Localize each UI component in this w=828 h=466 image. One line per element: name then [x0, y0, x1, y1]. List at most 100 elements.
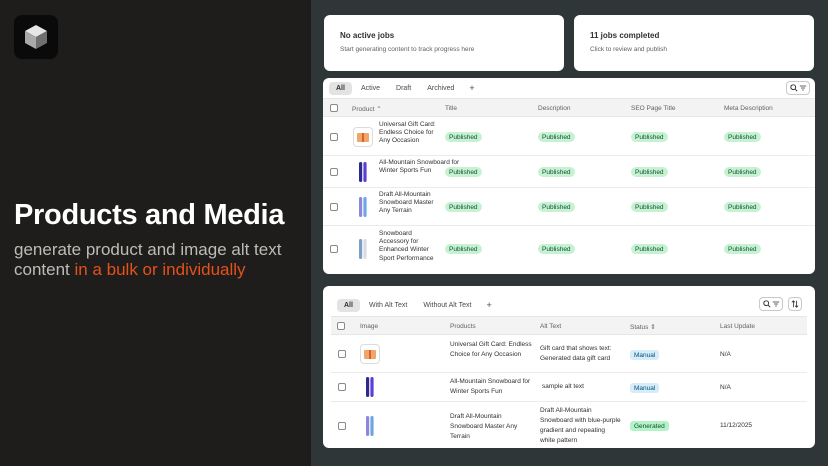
last-update-value: 11/12/2025 [720, 422, 753, 429]
product-thumbnail [353, 127, 373, 147]
tab-all[interactable]: All [329, 81, 352, 95]
app-preview: No active jobs Start generating content … [311, 0, 828, 466]
filter-icon [772, 301, 779, 307]
table-row[interactable]: Draft All-Mountain Snowboard Master Any … [323, 188, 815, 226]
status-badge: Published [631, 132, 668, 142]
product-name[interactable]: Snowboard Accessory for Enhanced Winter … [379, 230, 441, 263]
table-row[interactable]: Universal Gift Card: Endless Choice for … [323, 118, 815, 156]
col-product[interactable]: Product ⌃ [352, 105, 382, 113]
row-checkbox[interactable] [330, 133, 338, 141]
status-badge: Published [724, 132, 761, 142]
gift-card-icon [357, 132, 369, 142]
table-row[interactable]: Snowboard Accessory for Enhanced Winter … [323, 226, 815, 272]
row-checkbox[interactable] [338, 383, 346, 391]
snowboard-icon [359, 162, 367, 182]
last-update-value: N/A [720, 384, 731, 391]
status-badge: Published [631, 244, 668, 254]
add-view-button[interactable]: + [463, 82, 480, 94]
status-badge: Published [445, 132, 482, 142]
row-checkbox[interactable] [330, 168, 338, 176]
last-update-value: N/A [720, 351, 731, 358]
hero-subtitle: generate product and image alt text cont… [14, 240, 304, 279]
select-all-checkbox[interactable] [330, 104, 338, 112]
col-seo-title: SEO Page Title [631, 105, 676, 112]
status-badge: Manual [630, 350, 660, 360]
completed-jobs-title: 11 jobs completed [590, 31, 660, 40]
col-meta-description: Meta Description [724, 105, 773, 112]
add-view-button[interactable]: + [480, 299, 497, 311]
search-filter-button[interactable] [759, 297, 783, 311]
products-tabs: All Active Draft Archived + [329, 78, 481, 98]
tab-active[interactable]: Active [354, 82, 387, 95]
media-product-name[interactable]: Universal Gift Card: Endless Choice for … [450, 340, 532, 360]
search-icon [762, 300, 771, 308]
media-product-name[interactable]: All-Mountain Snowboard for Winter Sports… [450, 377, 536, 397]
table-row[interactable]: All-Mountain Snowboard for Winter Sports… [331, 373, 807, 402]
gift-card-icon [364, 349, 376, 359]
col-alt-text: Alt Text [540, 323, 562, 330]
cube-logo-icon [25, 25, 47, 49]
alt-text-value[interactable]: sample alt text [542, 383, 628, 391]
col-title: Title [445, 105, 458, 112]
product-name[interactable]: Universal Gift Card: Endless Choice for … [379, 121, 437, 146]
completed-jobs-subtitle: Click to review and publish [590, 46, 667, 53]
media-product-name[interactable]: Draft All-Mountain Snowboard Master Any … [450, 412, 532, 442]
col-products: Products [450, 323, 476, 330]
product-thumbnail [353, 162, 373, 182]
media-thumbnail [360, 344, 380, 364]
search-filter-button[interactable] [786, 81, 810, 95]
status-badge: Published [538, 167, 575, 177]
status-badge: Published [445, 202, 482, 212]
tab-without-alt-text[interactable]: Without Alt Text [416, 299, 478, 312]
alt-text-value[interactable]: Draft All-Mountain Snowboard with blue-p… [540, 406, 622, 446]
filter-icon [799, 85, 806, 91]
tab-archived[interactable]: Archived [420, 82, 461, 95]
hero-title: Products and Media [14, 199, 285, 231]
col-description: Description [538, 105, 571, 112]
row-checkbox[interactable] [338, 350, 346, 358]
media-header-row: Image Products Alt Text Status ⇕ Last Up… [331, 316, 807, 335]
status-badge: Published [724, 167, 761, 177]
col-status[interactable]: Status ⇕ [630, 323, 656, 331]
tab-draft[interactable]: Draft [389, 82, 418, 95]
snowboard-accessory-icon [359, 239, 367, 259]
tab-all[interactable]: All [337, 298, 360, 312]
table-row[interactable]: All-Mountain Snowboard for Winter Sports… [323, 156, 815, 188]
tab-with-alt-text[interactable]: With Alt Text [362, 299, 414, 312]
media-thumbnail [360, 416, 380, 436]
media-thumbnail [360, 377, 380, 397]
col-last-update: Last Update [720, 323, 756, 330]
products-header-row: Product ⌃ Title Description SEO Page Tit… [323, 98, 815, 117]
status-badge: Published [445, 167, 482, 177]
product-thumbnail [353, 197, 373, 217]
status-badge: Published [538, 202, 575, 212]
product-name[interactable]: Draft All-Mountain Snowboard Master Any … [379, 191, 441, 216]
snowboard-icon [359, 197, 367, 217]
select-all-checkbox[interactable] [337, 322, 345, 330]
snowboard-icon [366, 377, 374, 397]
row-checkbox[interactable] [330, 203, 338, 211]
app-logo [14, 15, 58, 59]
table-row[interactable]: Universal Gift Card: Endless Choice for … [331, 336, 807, 373]
table-row[interactable]: Draft All-Mountain Snowboard Master Any … [331, 402, 807, 448]
media-table-card: All With Alt Text Without Alt Text + Ima… [323, 286, 815, 448]
status-badge: Published [724, 244, 761, 254]
promo-panel: Products and Media generate product and … [0, 0, 311, 466]
row-checkbox[interactable] [330, 245, 338, 253]
active-jobs-card[interactable]: No active jobs Start generating content … [324, 15, 564, 71]
snowboard-icon [366, 416, 374, 436]
sort-button[interactable] [788, 297, 802, 311]
status-badge: Published [445, 244, 482, 254]
active-jobs-subtitle: Start generating content to track progre… [340, 46, 475, 53]
sort-ascending-icon: ⌃ [376, 106, 382, 113]
product-thumbnail [353, 239, 373, 259]
status-badge: Published [631, 167, 668, 177]
search-icon [789, 84, 798, 92]
completed-jobs-card[interactable]: 11 jobs completed Click to review and pu… [574, 15, 814, 71]
row-checkbox[interactable] [338, 422, 346, 430]
status-badge: Manual [630, 383, 660, 393]
sort-icon: ⇕ [650, 324, 656, 331]
alt-text-value[interactable]: Gift card that shows text: Generated dat… [540, 344, 626, 364]
sort-arrows-icon [791, 300, 799, 308]
status-badge: Published [538, 132, 575, 142]
